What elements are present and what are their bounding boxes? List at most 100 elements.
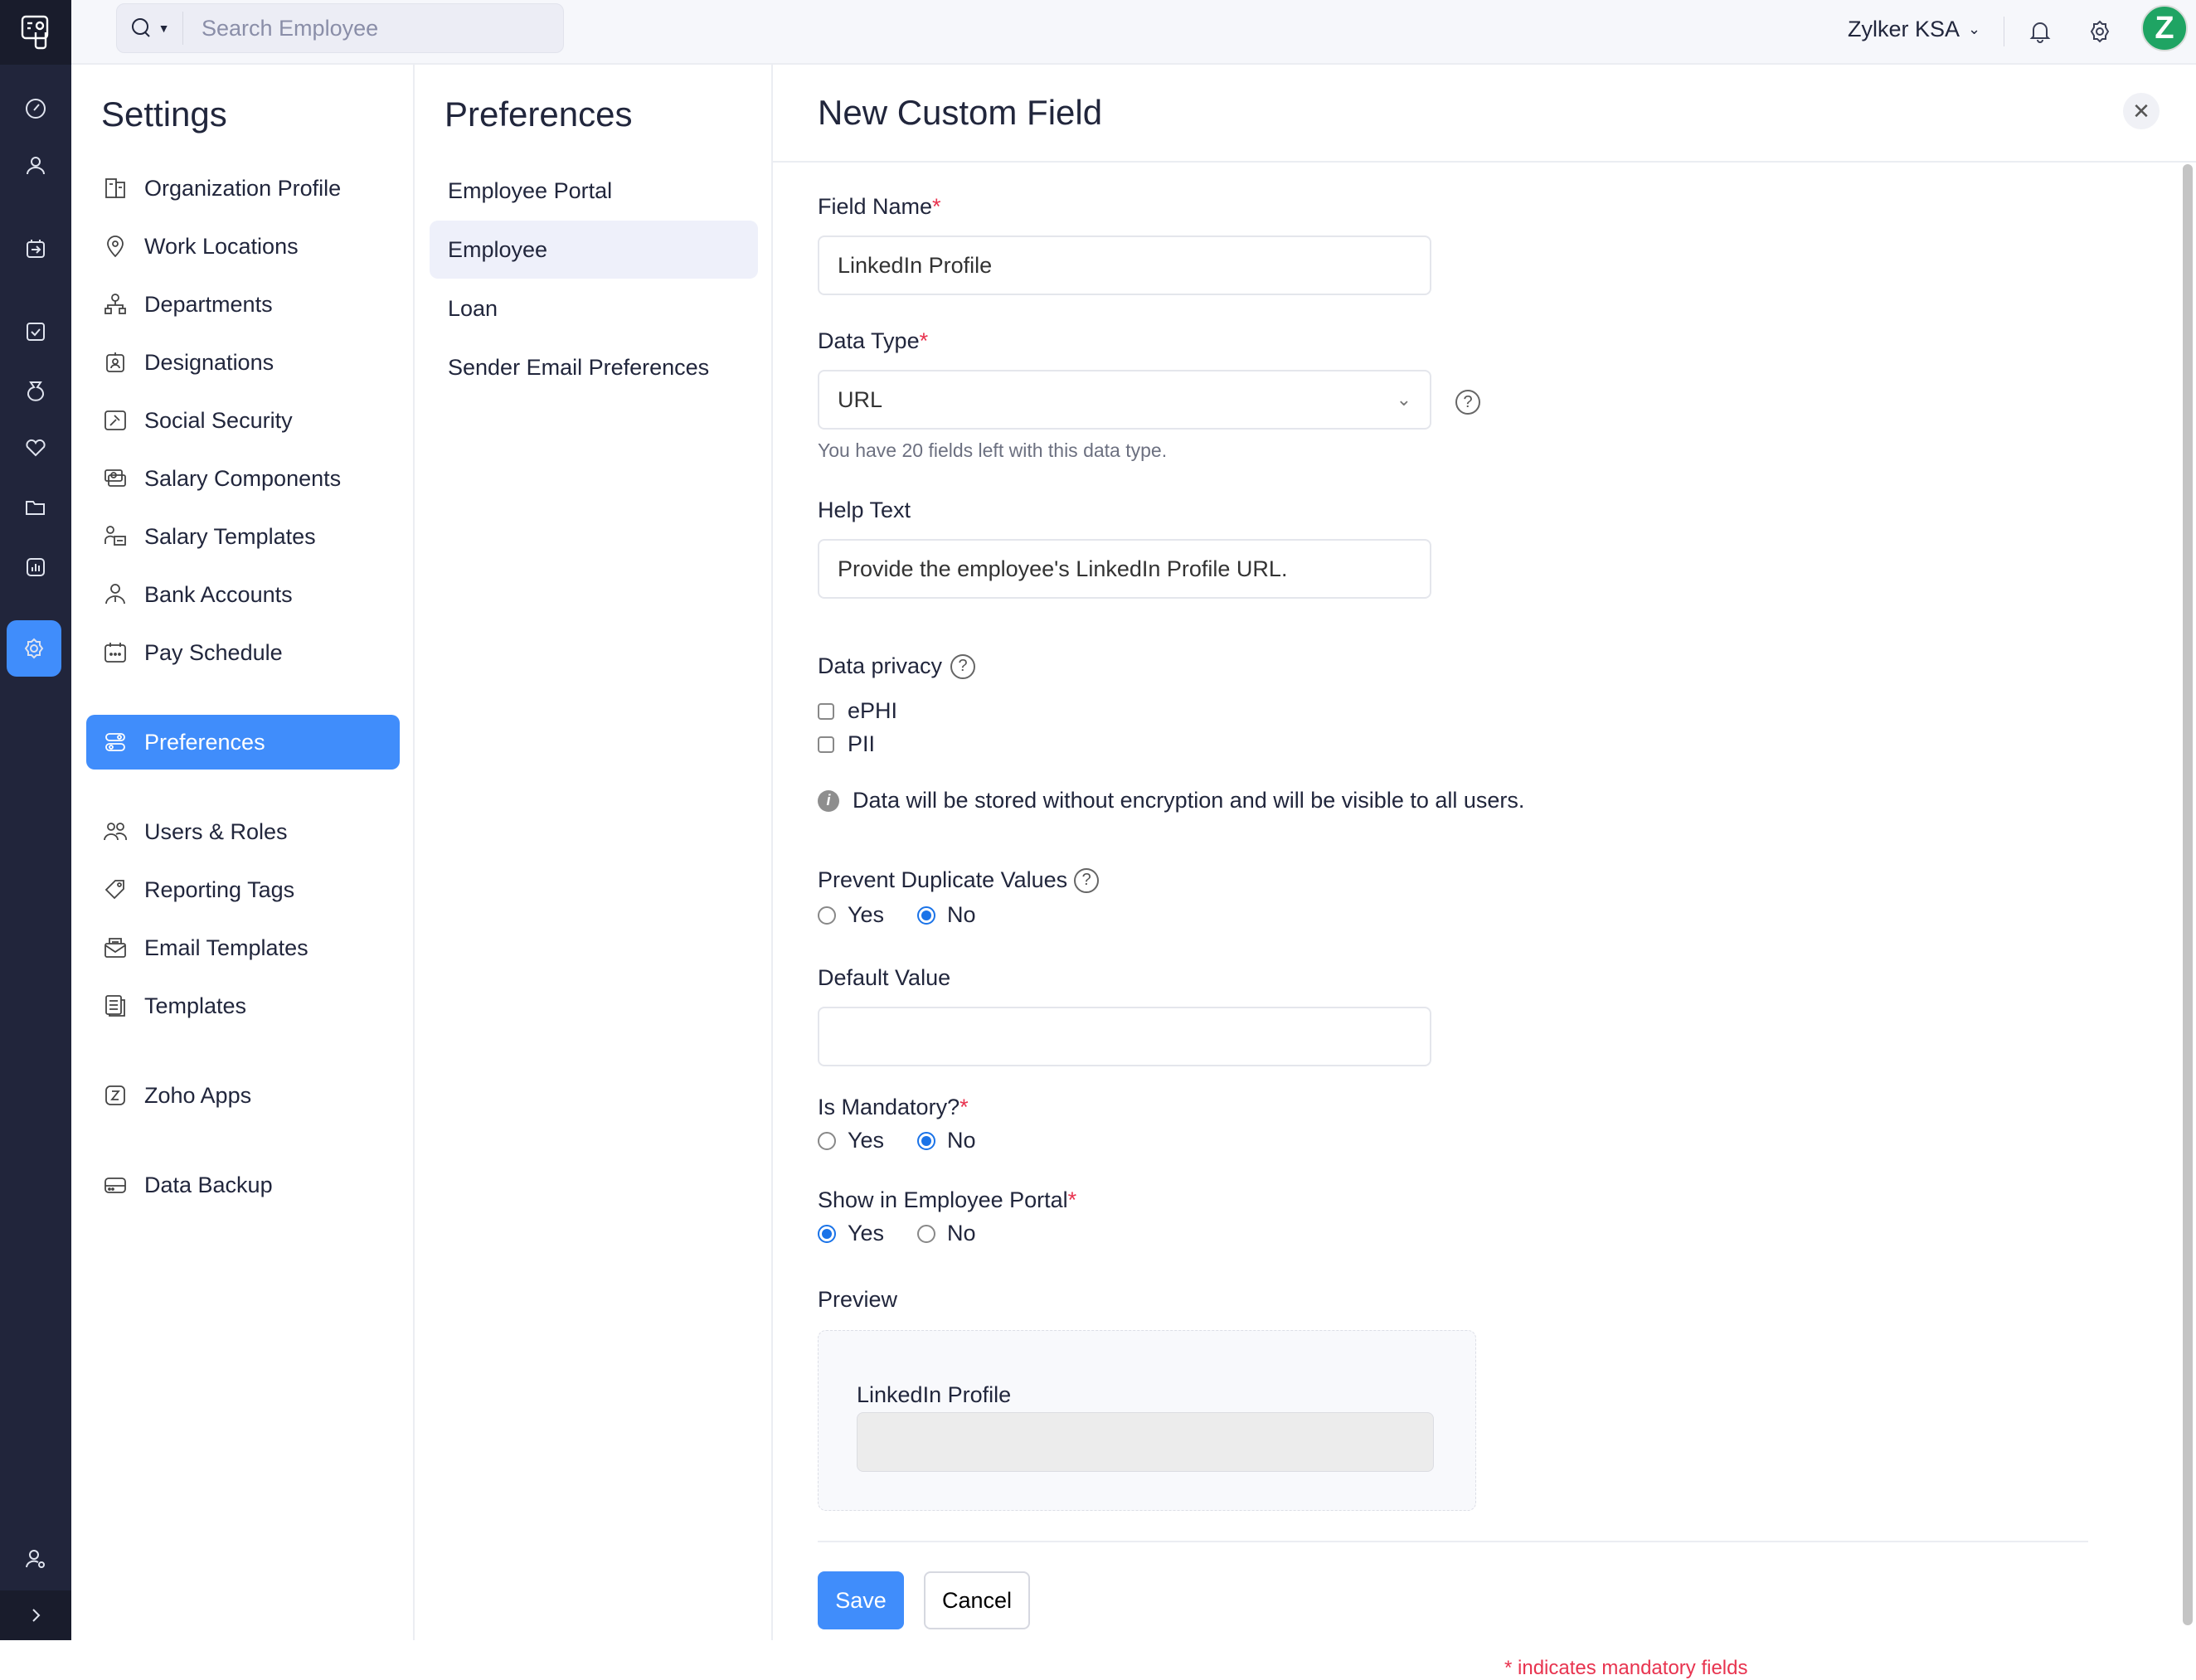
is-mandatory-label: Is Mandatory?* <box>818 1095 969 1119</box>
chevron-down-icon: ⌄ <box>1396 389 1411 410</box>
mail-icon <box>104 938 126 958</box>
preview-field-label: LinkedIn Profile <box>857 1382 1012 1407</box>
sidebar-item-users-roles[interactable]: Users & Roles <box>86 804 400 859</box>
pref-item-loan[interactable]: Loan <box>430 279 758 337</box>
bank-user-icon <box>105 584 125 605</box>
scrollbar[interactable] <box>2183 164 2193 1625</box>
sidebar-item-pay-schedule[interactable]: Pay Schedule <box>86 625 400 680</box>
loans-icon[interactable] <box>0 371 71 408</box>
data-type-label: Data Type* <box>818 328 929 353</box>
help-text-input[interactable]: Provide the employee's LinkedIn Profile … <box>818 539 1431 599</box>
close-icon[interactable]: ✕ <box>2123 93 2160 129</box>
drive-icon <box>104 1177 126 1193</box>
user-template-icon <box>104 526 126 546</box>
sidebar-item-reporting-tags[interactable]: Reporting Tags <box>86 862 400 917</box>
pref-item-employee-portal[interactable]: Employee Portal <box>430 162 758 220</box>
settings-icon[interactable] <box>7 620 61 677</box>
calendar-icon <box>104 643 126 663</box>
data-type-select[interactable]: URL ⌄ <box>818 370 1431 430</box>
sidebar-item-departments[interactable]: Departments <box>86 277 400 332</box>
approvals-icon[interactable] <box>0 313 71 350</box>
toggle-icon <box>105 733 125 751</box>
preview-field-input <box>857 1412 1434 1472</box>
avatar[interactable]: Z <box>2141 5 2188 51</box>
preview-box: LinkedIn Profile <box>818 1330 1476 1511</box>
sidebar-item-email-templates[interactable]: Email Templates <box>86 920 400 975</box>
privacy-info: i Data will be stored without encryption … <box>818 788 1524 813</box>
panel-title: New Custom Field <box>818 93 1103 132</box>
app-logo-icon[interactable] <box>0 0 71 65</box>
benefits-icon[interactable] <box>0 430 71 466</box>
sidebar-item-salary-components[interactable]: Salary Components <box>86 451 400 506</box>
search-input[interactable] <box>183 15 548 41</box>
search-icon[interactable]: ▼ <box>117 12 183 45</box>
data-type-help-icon[interactable]: ? <box>1455 390 1480 415</box>
top-bar: ▼ Zylker KSA ⌄ Z <box>71 0 2196 65</box>
data-privacy-help-icon[interactable]: ? <box>950 653 976 679</box>
users-icon <box>104 823 127 841</box>
reports-icon[interactable] <box>0 549 71 585</box>
tag-icon <box>104 880 124 900</box>
save-button[interactable]: Save <box>818 1571 904 1629</box>
new-custom-field-panel: New Custom Field ✕ Field Name* LinkedIn … <box>773 65 2196 1679</box>
field-name-input[interactable]: LinkedIn Profile <box>818 235 1431 295</box>
employee-icon[interactable] <box>0 148 71 184</box>
duplicate-yes-radio[interactable]: Yes <box>818 902 884 928</box>
default-value-label: Default Value <box>818 965 951 990</box>
data-type-hint: You have 20 fields left with this data t… <box>818 439 1168 461</box>
search-box[interactable]: ▼ <box>116 3 564 53</box>
settings-sidebar: Settings Organization Profile Work Locat… <box>71 65 415 1640</box>
user-settings-icon[interactable] <box>0 1541 71 1577</box>
zoho-icon <box>105 1085 125 1105</box>
sidebar-item-organization-profile[interactable]: Organization Profile <box>86 161 400 216</box>
default-value-input[interactable] <box>818 1007 1431 1066</box>
footer-divider <box>818 1541 2088 1542</box>
gavel-icon <box>104 410 126 430</box>
org-chart-icon <box>104 294 126 314</box>
info-icon: i <box>818 789 839 812</box>
settings-title: Settings <box>101 95 227 134</box>
portal-no-radio[interactable]: No <box>917 1221 976 1246</box>
sidebar-item-designations[interactable]: Designations <box>86 335 400 390</box>
duplicate-help-icon[interactable]: ? <box>1074 867 1100 893</box>
data-privacy-label: Data privacy? <box>818 653 976 679</box>
documents-icon[interactable] <box>0 489 71 526</box>
building-icon <box>105 178 125 198</box>
leave-icon[interactable] <box>0 231 71 267</box>
pref-item-employee[interactable]: Employee <box>430 221 758 279</box>
id-badge-icon <box>106 352 124 372</box>
preferences-sidebar: Preferences Employee Portal Employee Loa… <box>415 65 773 1640</box>
app-rail <box>0 0 71 1640</box>
notification-bell-icon[interactable] <box>2024 15 2057 48</box>
expand-chevron-icon[interactable] <box>0 1590 71 1640</box>
search-scope-caret-icon[interactable]: ▼ <box>158 22 170 35</box>
portal-yes-radio[interactable]: Yes <box>818 1221 884 1246</box>
duplicate-no-radio[interactable]: No <box>917 902 976 928</box>
pii-checkbox[interactable]: PII <box>818 731 875 757</box>
chevron-down-icon: ⌄ <box>1968 21 1981 37</box>
dashboard-icon[interactable] <box>0 90 71 127</box>
org-switcher[interactable]: Zylker KSA ⌄ <box>1848 17 1980 42</box>
sidebar-item-preferences[interactable]: Preferences <box>86 715 400 770</box>
sidebar-item-work-locations[interactable]: Work Locations <box>86 219 400 274</box>
mandatory-no-radio[interactable]: No <box>917 1128 976 1153</box>
panel-header: New Custom Field ✕ <box>773 65 2196 163</box>
ephi-checkbox[interactable]: ePHI <box>818 698 897 724</box>
mandatory-yes-radio[interactable]: Yes <box>818 1128 884 1153</box>
field-name-label: Field Name* <box>818 194 941 219</box>
gear-icon[interactable] <box>2083 15 2116 48</box>
sidebar-item-salary-templates[interactable]: Salary Templates <box>86 509 400 564</box>
money-icon <box>104 469 126 487</box>
cancel-button[interactable]: Cancel <box>924 1571 1030 1629</box>
sidebar-item-bank-accounts[interactable]: Bank Accounts <box>86 567 400 622</box>
help-text-label: Help Text <box>818 498 911 522</box>
mandatory-note: * indicates mandatory fields <box>1504 1657 1748 1679</box>
pref-item-sender-email[interactable]: Sender Email Preferences <box>430 338 758 396</box>
location-pin-icon <box>107 235 124 258</box>
sidebar-item-social-security[interactable]: Social Security <box>86 393 400 448</box>
sidebar-item-data-backup[interactable]: Data Backup <box>86 1158 400 1212</box>
sidebar-item-zoho-apps[interactable]: Zoho Apps <box>86 1068 400 1123</box>
prevent-duplicate-label: Prevent Duplicate Values? <box>818 867 1100 893</box>
org-name: Zylker KSA <box>1848 17 1960 41</box>
sidebar-item-templates[interactable]: Templates <box>86 978 400 1033</box>
